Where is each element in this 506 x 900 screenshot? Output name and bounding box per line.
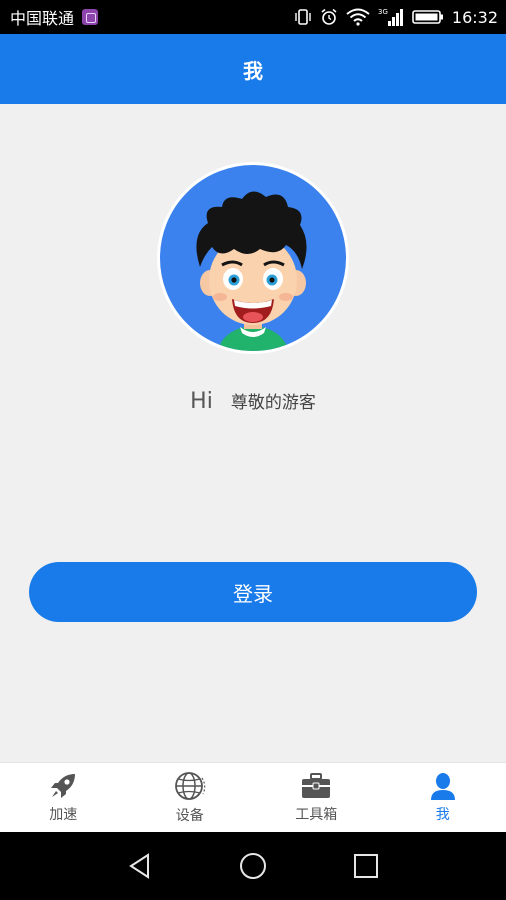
greeting: Hi 尊敬的游客 [0,388,506,414]
rocket-icon [51,774,76,798]
status-right: 3G 16:32 [294,7,498,27]
vibrate-icon [294,8,312,26]
status-bar: 中国联通 3G 16:32 [0,0,506,34]
tab-accelerate[interactable]: 加速 [0,763,127,832]
network-type-label: 3G [378,8,388,16]
tab-label-accelerate: 加速 [49,807,78,823]
recents-icon[interactable] [352,852,380,880]
avatar[interactable] [157,162,349,354]
page-title: 我 [243,58,263,83]
back-icon[interactable] [126,852,154,880]
battery-icon [412,9,444,25]
greeting-hi: Hi [190,389,213,414]
tab-devices[interactable]: 设备 [127,763,254,832]
toolbox-icon [302,773,331,798]
signal-icon: 3G [378,7,404,27]
globe-icon [174,772,205,800]
guest-name: 尊敬的游客 [230,393,316,413]
tab-me[interactable]: 我 [380,763,506,832]
tab-label-toolbox: 工具箱 [295,807,338,823]
home-icon[interactable] [239,852,267,880]
clock: 16:32 [451,7,498,27]
system-nav-bar [0,832,506,900]
wifi-icon [346,8,370,26]
login-button[interactable]: 登录 [29,562,477,622]
alarm-icon [320,8,338,26]
carrier-name: 中国联通 [10,9,75,28]
tab-toolbox[interactable]: 工具箱 [253,763,380,832]
tab-label-devices: 设备 [175,808,204,824]
notification-badge-icon [82,9,99,25]
bottom-tab-bar: 加速 设备 工具箱 我 [0,762,506,832]
cartoon-boy-avatar-icon [196,191,307,351]
user-icon [430,773,455,800]
app-header: 我 [0,34,506,104]
status-left: 中国联通 [10,5,99,29]
tab-label-me: 我 [435,807,450,823]
